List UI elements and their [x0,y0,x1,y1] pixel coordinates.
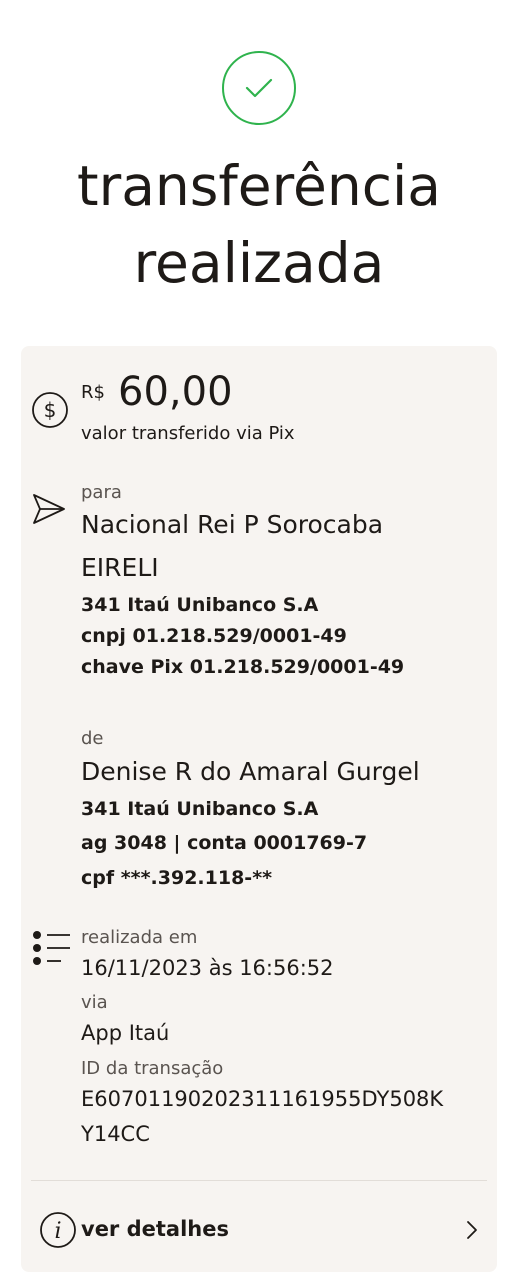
via-value: App Itaú [81,1021,170,1045]
view-details-button[interactable]: i ver detalhes [31,1196,487,1262]
info-icon: i [40,1212,76,1248]
amount-currency: R$ [81,382,105,403]
via-label: via [81,992,108,1013]
divider [31,1180,487,1181]
transaction-id-line2: Y14CC [81,1122,150,1146]
sender-account: ag 3048 | conta 0001769-7 [81,832,368,854]
amount-value: 60,00 [118,369,233,415]
page-title-line2: realizada [133,231,385,295]
recipient-cnpj: cnpj 01.218.529/0001-49 [81,625,347,647]
transaction-id-line1: E60701190202311161955DY508K [81,1087,444,1111]
date-value: 16/11/2023 às 16:56:52 [81,956,334,980]
date-label: realizada em [81,927,198,948]
chevron-right-icon [467,1221,477,1239]
page-title-line1: transferência [77,154,441,218]
transaction-id-label: ID da transação [81,1058,224,1079]
svg-text:i: i [54,1219,61,1244]
sender-name: Denise R do Amaral Gurgel [81,757,420,786]
recipient-pix-key: chave Pix 01.218.529/0001-49 [81,656,405,678]
page-title: transferência realizada [0,148,518,302]
sender-bank: 341 Itaú Unibanco S.A [81,798,319,820]
recipient-label: para [81,482,122,503]
check-circle-icon [222,51,296,125]
sender-cpf: cpf ***.392.118-** [81,867,273,889]
recipient-bank: 341 Itaú Unibanco S.A [81,594,319,616]
send-icon [33,494,65,524]
dollar-circle-icon: $ [32,392,68,428]
svg-text:$: $ [44,398,57,422]
amount-caption: valor transferido via Pix [81,423,295,444]
view-details-label: ver detalhes [81,1217,229,1241]
recipient-name-line1: Nacional Rei P Sorocaba [81,510,384,539]
sender-label: de [81,728,104,749]
list-icon [33,931,70,965]
recipient-name-line2: EIRELI [81,553,159,582]
